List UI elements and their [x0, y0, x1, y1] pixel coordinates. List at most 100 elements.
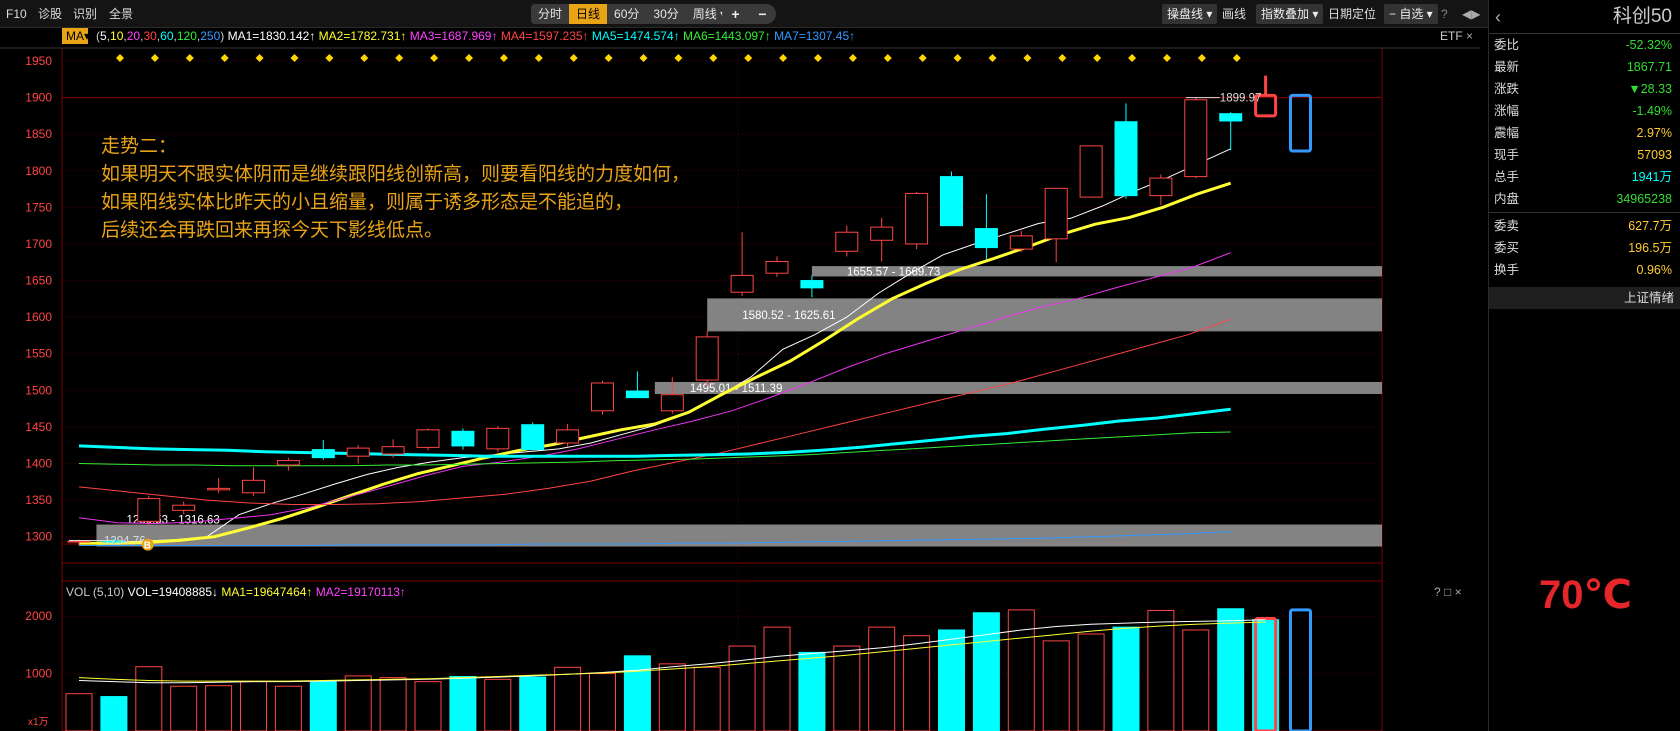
diagnose-button[interactable]: 诊股 [38, 4, 62, 24]
quote-value: 57093 [1637, 148, 1672, 162]
event-marker[interactable] [150, 54, 159, 62]
volume-bar [868, 626, 896, 731]
volume-bar [972, 612, 1000, 731]
volume-controls[interactable]: ? □ × [1434, 585, 1462, 599]
annotation-line: 后续还会再跌回来再探今天下影线低点。 [101, 219, 443, 241]
candle-body [870, 226, 894, 241]
y-tick-label: 1350 [25, 493, 52, 507]
quote-row: 涨幅 -1.49% [1489, 100, 1680, 122]
zoom-out-button[interactable]: − [758, 4, 766, 24]
panel-toggle-icon[interactable]: ◀▶ [1462, 4, 1480, 24]
volume-bar [833, 645, 861, 731]
high-price-label: 1899.97 [1220, 93, 1262, 105]
quote-row: 总手 1941万 [1489, 166, 1680, 188]
volume-tick-label: 2000 [25, 609, 52, 623]
zoom-in-button[interactable]: + [731, 4, 739, 24]
draw-line-button[interactable]: 画线 [1222, 4, 1246, 24]
kline-chart: 1286.53 - 1316.631495.01 - 1511.391580.5… [0, 28, 1480, 731]
f10-button[interactable]: F10 [6, 4, 27, 24]
quote-value: 2.97% [1636, 126, 1672, 140]
quote-header: ‹ 科创50 [1489, 0, 1680, 34]
event-marker[interactable] [360, 54, 369, 62]
volume-bar [100, 696, 128, 731]
indicator-close-icon[interactable]: × [1466, 29, 1473, 43]
event-marker[interactable] [814, 54, 822, 62]
low-price-label: 1294.76 [104, 536, 146, 548]
candle-body [1009, 235, 1033, 250]
candle-body [276, 460, 300, 466]
volume-bar [170, 685, 198, 731]
candle-body [1219, 113, 1243, 122]
candle-body [521, 424, 545, 451]
temperature-label: 70℃ [1539, 573, 1632, 617]
event-marker[interactable] [674, 54, 683, 62]
ma-button-label[interactable]: MA▾ [66, 29, 90, 43]
quote-label: 总手 [1494, 170, 1520, 184]
volume-bar [728, 645, 756, 731]
quote-label: 内盘 [1494, 192, 1520, 206]
zoom-controls: + − [722, 4, 776, 24]
date-locate-button[interactable]: 日期定位 [1328, 4, 1376, 24]
volume-bar [798, 651, 826, 731]
candle-body [311, 449, 335, 459]
candle-body [730, 274, 754, 293]
volume-bar [414, 681, 442, 731]
help-icon[interactable]: ? [1441, 4, 1448, 24]
event-marker[interactable] [779, 54, 788, 62]
support-box-label: 1495.01 - 1511.39 [690, 383, 783, 395]
y-tick-label: 1550 [25, 347, 52, 361]
candle-body [451, 430, 475, 447]
candle-body [1149, 177, 1173, 197]
event-marker[interactable] [290, 54, 299, 62]
volume-bar [623, 655, 651, 731]
quote-value: 0.96% [1636, 263, 1672, 277]
watchlist-dropdown[interactable]: − 自选 ▾ [1384, 4, 1438, 24]
volume-bar [309, 681, 337, 731]
y-tick-label: 1650 [25, 274, 52, 288]
candle-body [591, 382, 614, 412]
event-marker[interactable] [604, 54, 613, 62]
annotation-title: 走势二： [101, 135, 177, 157]
ma-line-ma5 [78, 407, 1231, 458]
volume-bar [1077, 633, 1105, 731]
candle-body [207, 487, 231, 491]
volume-bar [763, 626, 791, 731]
identify-button[interactable]: 识别 [73, 4, 97, 24]
event-marker[interactable] [1058, 54, 1067, 62]
event-marker[interactable] [1163, 54, 1171, 62]
event-marker[interactable] [744, 54, 753, 62]
candle-body [1079, 145, 1103, 198]
event-marker[interactable] [430, 54, 439, 62]
quote-label: 涨跌 [1494, 82, 1520, 96]
y-tick-label: 1400 [25, 456, 52, 470]
annotation-line: 如果阳线实体比昨天的小且缩量，则属于诱多形态是不能追的， [101, 191, 633, 213]
candle-body [1044, 187, 1068, 240]
order-rows: 委卖 627.7万 委买 196.5万 换手 0.96% [1489, 215, 1680, 281]
support-box-label: 1580.52 - 1625.61 [742, 310, 835, 322]
event-marker[interactable] [918, 54, 927, 62]
operate-line-dropdown[interactable]: 操盘线 ▾ [1162, 4, 1218, 24]
back-icon[interactable]: ‹ [1495, 0, 1501, 34]
quote-label: 现手 [1494, 148, 1520, 162]
volume-bar [205, 685, 233, 731]
event-marker[interactable] [988, 54, 997, 62]
volume-bar [65, 693, 93, 731]
fullscreen-button[interactable]: 全景 [109, 4, 133, 24]
y-tick-label: 1850 [25, 127, 52, 141]
ma-line-ma4 [78, 318, 1231, 505]
period-tab-0[interactable]: 分时 [531, 4, 569, 24]
index-overlay-dropdown[interactable]: 指数叠加 ▾ [1256, 4, 1324, 24]
etf-label: ETF [1440, 29, 1463, 43]
volume-bar [519, 676, 547, 731]
candle-body [974, 228, 998, 249]
period-tab-3[interactable]: 30分 [646, 4, 685, 24]
period-tab-2[interactable]: 60分 [607, 4, 646, 24]
event-marker[interactable] [534, 54, 543, 62]
candle-body [905, 192, 929, 245]
sentiment-link[interactable]: 上证情绪 [1489, 287, 1680, 309]
event-marker[interactable] [220, 54, 229, 62]
period-tab-1[interactable]: 日线 [569, 4, 608, 24]
event-marker[interactable] [1197, 54, 1206, 62]
quote-rows: 委比 -52.32% 最新 1867.71 涨跌 ▼28.33 涨幅 -1.49% 震幅 2.97… [1489, 34, 1680, 210]
ma-line-ma6 [78, 431, 1231, 467]
